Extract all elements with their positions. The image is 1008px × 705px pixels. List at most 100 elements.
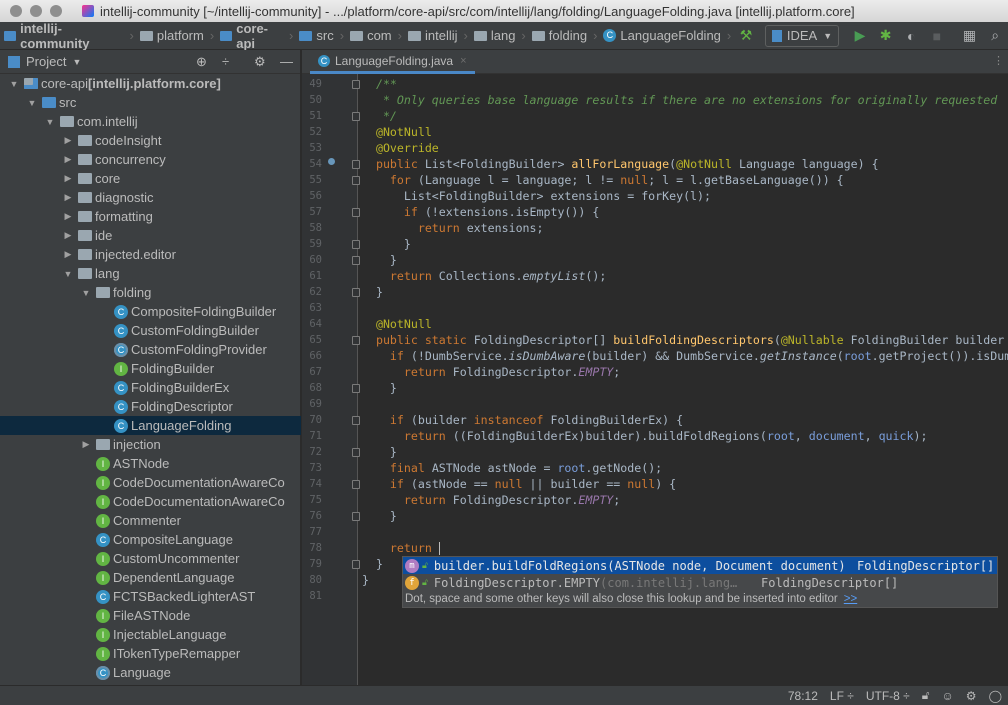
breadcrumb-item[interactable]: src bbox=[295, 28, 334, 43]
tree-item[interactable]: I ITokenTypeRemapper bbox=[0, 644, 301, 663]
tree-item[interactable]: ▶ injected.editor bbox=[0, 245, 301, 264]
hint-more-link[interactable]: >> bbox=[844, 593, 857, 605]
collapsed-arrow-icon[interactable]: ▶ bbox=[62, 154, 74, 165]
expanded-arrow-icon[interactable]: ▼ bbox=[80, 288, 92, 298]
background-tasks-icon[interactable]: ⚙ bbox=[966, 689, 977, 703]
collapsed-arrow-icon[interactable]: ▶ bbox=[80, 439, 92, 450]
lock-icon[interactable]: 🔓︎ bbox=[922, 688, 930, 703]
fold-marker-icon[interactable] bbox=[352, 560, 360, 569]
tree-item[interactable]: I CodeDocumentationAwareCo bbox=[0, 492, 301, 511]
tree-item[interactable]: C FCTSBackedLighterAST bbox=[0, 587, 301, 606]
tree-item[interactable]: C CompositeFoldingBuilder bbox=[0, 302, 301, 321]
chevron-down-icon[interactable]: ▼ bbox=[72, 57, 81, 67]
fold-marker-icon[interactable] bbox=[352, 160, 360, 169]
tree-item[interactable]: ▶ ide bbox=[0, 226, 301, 245]
tree-item[interactable]: ▼ lang bbox=[0, 264, 301, 283]
expanded-arrow-icon[interactable]: ▼ bbox=[8, 79, 20, 89]
tree-item[interactable]: I FoldingBuilder bbox=[0, 359, 301, 378]
tree-item[interactable]: ▼ folding bbox=[0, 283, 301, 302]
tree-item[interactable]: I CustomUncommenter bbox=[0, 549, 301, 568]
collapse-all-icon[interactable]: ÷ bbox=[222, 54, 229, 69]
run-icon[interactable]: ▶ bbox=[850, 26, 870, 46]
tree-item[interactable]: I Commenter bbox=[0, 511, 301, 530]
tree-item[interactable]: ▶ formatting bbox=[0, 207, 301, 226]
fold-marker-icon[interactable] bbox=[352, 480, 360, 489]
tree-item[interactable]: I InjectableLanguage bbox=[0, 625, 301, 644]
collapsed-arrow-icon[interactable]: ▶ bbox=[62, 211, 74, 222]
expanded-arrow-icon[interactable]: ▼ bbox=[26, 98, 38, 108]
collapsed-arrow-icon[interactable]: ▶ bbox=[62, 135, 74, 146]
breadcrumb-item[interactable]: intellij-community bbox=[0, 21, 124, 51]
collapsed-arrow-icon[interactable]: ▶ bbox=[62, 173, 74, 184]
breadcrumb-item[interactable]: intellij bbox=[404, 28, 458, 43]
fold-marker-icon[interactable] bbox=[352, 336, 360, 345]
collapsed-arrow-icon[interactable]: ▶ bbox=[62, 230, 74, 241]
fold-marker-icon[interactable] bbox=[352, 80, 360, 89]
inspector-icon[interactable]: ☺ bbox=[942, 689, 954, 703]
tree-item[interactable]: ▶ codeInsight bbox=[0, 131, 301, 150]
gear-icon[interactable]: ⚙ bbox=[254, 54, 266, 70]
project-view-selector[interactable]: Project bbox=[26, 54, 66, 69]
tree-item[interactable]: ▶ core bbox=[0, 169, 301, 188]
close-tab-icon[interactable]: × bbox=[460, 55, 466, 67]
completion-item[interactable]: m 🔓︎ builder.buildFoldRegions(ASTNode node… bbox=[403, 557, 997, 574]
stop-icon[interactable]: ■ bbox=[927, 26, 947, 46]
tree-item[interactable]: C LanguageFolding bbox=[0, 416, 301, 435]
completion-item[interactable]: f 🔓︎ FoldingDescriptor.EMPTY (com.intellij… bbox=[403, 574, 997, 591]
tree-item[interactable]: ▶ injection bbox=[0, 435, 301, 454]
build-hammer-icon[interactable]: ⚒ bbox=[736, 26, 756, 46]
breadcrumb-item[interactable]: C LanguageFolding bbox=[599, 28, 721, 43]
minimize-window-button[interactable] bbox=[30, 5, 42, 17]
fold-marker-icon[interactable] bbox=[352, 512, 360, 521]
implements-marker-icon[interactable] bbox=[328, 158, 335, 165]
tree-item[interactable]: C FoldingBuilderEx bbox=[0, 378, 301, 397]
breadcrumb-item[interactable]: com bbox=[346, 28, 392, 43]
fold-marker-icon[interactable] bbox=[352, 208, 360, 217]
hide-panel-icon[interactable]: — bbox=[280, 54, 293, 69]
fold-marker-icon[interactable] bbox=[352, 416, 360, 425]
collapsed-arrow-icon[interactable]: ▶ bbox=[62, 249, 74, 260]
breadcrumb-item[interactable]: core-api bbox=[216, 21, 283, 51]
fold-marker-icon[interactable] bbox=[352, 176, 360, 185]
collapsed-arrow-icon[interactable]: ▶ bbox=[62, 192, 74, 203]
encoding-selector[interactable]: UTF-8 ÷ bbox=[866, 689, 910, 703]
tree-item[interactable]: I CodeDocumentationAwareCo bbox=[0, 473, 301, 492]
coverage-icon[interactable]: ◐ bbox=[901, 26, 921, 46]
run-configuration-select[interactable]: IDEA ▼ bbox=[764, 24, 840, 47]
tree-item[interactable]: I ASTNode bbox=[0, 454, 301, 473]
tree-item[interactable]: ▼ src bbox=[0, 93, 301, 112]
tree-item[interactable]: C FoldingDescriptor bbox=[0, 397, 301, 416]
fold-marker-icon[interactable] bbox=[352, 112, 360, 121]
expanded-arrow-icon[interactable]: ▼ bbox=[62, 269, 74, 279]
tree-item[interactable]: ▶ diagnostic bbox=[0, 188, 301, 207]
tree-item[interactable]: C CompositeLanguage bbox=[0, 530, 301, 549]
tree-item[interactable]: C CustomFoldingBuilder bbox=[0, 321, 301, 340]
fold-marker-icon[interactable] bbox=[352, 240, 360, 249]
tree-item[interactable]: I FileASTNode bbox=[0, 606, 301, 625]
tree-item[interactable]: ▼ com.intellij bbox=[0, 112, 301, 131]
breadcrumb-item[interactable]: folding bbox=[528, 28, 587, 43]
line-separator-selector[interactable]: LF ÷ bbox=[830, 689, 854, 703]
locate-icon[interactable]: ⊕ bbox=[196, 54, 207, 70]
debug-bug-icon[interactable]: ✱ bbox=[876, 26, 896, 46]
fold-marker-icon[interactable] bbox=[352, 384, 360, 393]
event-log-icon[interactable]: ◯ bbox=[989, 689, 1002, 703]
fold-marker-icon[interactable] bbox=[352, 448, 360, 457]
search-icon[interactable]: ⌕ bbox=[985, 26, 1005, 46]
tree-item[interactable]: I DependentLanguage bbox=[0, 568, 301, 587]
fold-marker-icon[interactable] bbox=[352, 256, 360, 265]
expanded-arrow-icon[interactable]: ▼ bbox=[44, 117, 56, 127]
project-structure-icon[interactable]: ▦ bbox=[960, 26, 980, 46]
breadcrumb-item[interactable]: platform bbox=[136, 28, 204, 43]
breadcrumb-item[interactable]: lang bbox=[470, 28, 515, 43]
tree-item[interactable]: C CustomFoldingProvider bbox=[0, 340, 301, 359]
tree-item[interactable]: ▼ core-api [intellij.platform.core] bbox=[0, 74, 301, 93]
zoom-window-button[interactable] bbox=[50, 5, 62, 17]
caret-position[interactable]: 78:12 bbox=[788, 689, 818, 703]
fold-marker-icon[interactable] bbox=[352, 288, 360, 297]
code-editor[interactable]: 49 50 51 52 53 54 55 56 57 58 59 60 61 62 63 64 65 66 67 68… bbox=[302, 74, 1008, 685]
close-window-button[interactable] bbox=[10, 5, 22, 17]
tree-item[interactable]: ▶ concurrency bbox=[0, 150, 301, 169]
tab-languagefolding-java[interactable]: C LanguageFolding.java × bbox=[310, 50, 475, 74]
tree-item[interactable]: C Language bbox=[0, 663, 301, 682]
